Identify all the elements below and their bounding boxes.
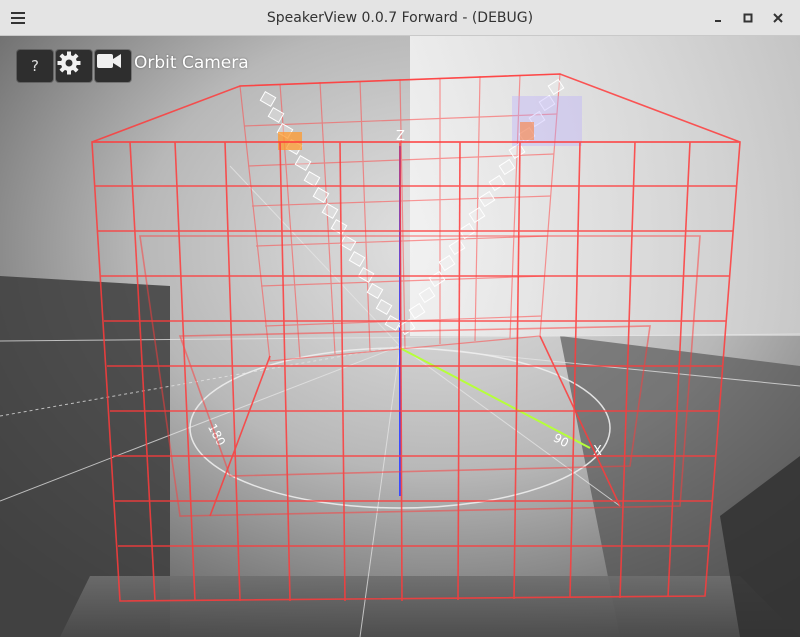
app-window: SpeakerView 0.0.7 Forward - (DEBUG) Z X … xyxy=(0,0,800,637)
room-floor xyxy=(60,576,800,637)
close-icon[interactable] xyxy=(768,8,788,28)
scene-canvas[interactable]: Z X 180 90 xyxy=(0,36,800,637)
window-title: SpeakerView 0.0.7 Forward - (DEBUG) xyxy=(266,10,534,26)
camera-mode-label: Orbit Camera xyxy=(134,53,249,73)
settings-button[interactable] xyxy=(56,50,92,82)
help-button-label: ? xyxy=(31,57,39,75)
speaker-highlight-orange-right xyxy=(520,122,534,140)
speaker-highlight-orange xyxy=(278,132,302,150)
3d-viewport[interactable]: Z X 180 90 ? Orbit Camera xyxy=(0,36,800,637)
title-bar: SpeakerView 0.0.7 Forward - (DEBUG) xyxy=(0,0,800,36)
minimize-icon[interactable] xyxy=(708,8,728,28)
help-button[interactable]: ? xyxy=(17,50,53,82)
maximize-icon[interactable] xyxy=(738,8,758,28)
camera-mode-button[interactable] xyxy=(95,50,131,82)
